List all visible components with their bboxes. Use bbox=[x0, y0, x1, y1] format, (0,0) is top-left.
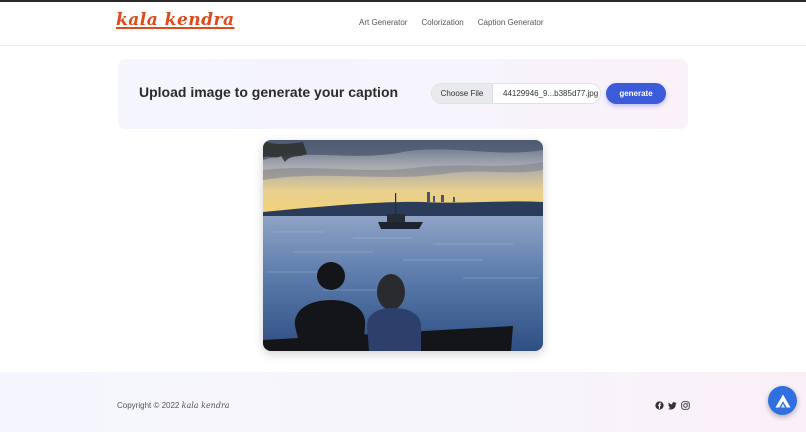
site-logo[interactable]: kala kendra bbox=[116, 10, 235, 30]
facebook-icon[interactable] bbox=[655, 401, 664, 410]
assistant-icon bbox=[775, 394, 790, 407]
generate-button[interactable]: generate bbox=[606, 83, 666, 104]
uploaded-image-preview bbox=[263, 140, 543, 351]
selected-file-name: 44129946_9...b385d77.jpg bbox=[503, 89, 599, 98]
copyright-brand: kala kendra bbox=[181, 401, 230, 410]
nav-caption-generator[interactable]: Caption Generator bbox=[478, 18, 544, 27]
site-header: kala kendra Art Generator Colorization C… bbox=[0, 2, 806, 46]
site-footer: Copyright © 2022 kala kendra bbox=[0, 372, 806, 432]
uploaded-photo bbox=[263, 140, 543, 351]
main-nav: Art Generator Colorization Caption Gener… bbox=[359, 18, 544, 27]
copyright-text: Copyright © 2022 kala kendra bbox=[117, 401, 230, 410]
instagram-icon[interactable] bbox=[681, 401, 690, 410]
file-input[interactable]: Choose File 44129946_9...b385d77.jpg bbox=[431, 83, 601, 104]
nav-colorization[interactable]: Colorization bbox=[421, 18, 463, 27]
assistant-button[interactable] bbox=[768, 386, 797, 415]
twitter-icon[interactable] bbox=[668, 401, 677, 410]
upload-heading: Upload image to generate your caption bbox=[139, 84, 399, 100]
choose-file-button[interactable]: Choose File bbox=[432, 84, 493, 103]
social-links bbox=[655, 401, 690, 410]
nav-art-generator[interactable]: Art Generator bbox=[359, 18, 407, 27]
copyright-prefix: Copyright © 2022 bbox=[117, 401, 180, 410]
upload-card: Upload image to generate your caption Ch… bbox=[118, 59, 688, 129]
